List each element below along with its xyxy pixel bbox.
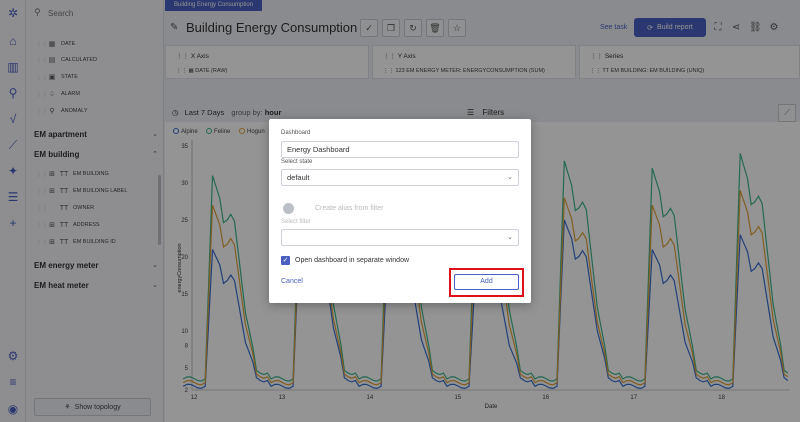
- highlight-box: [449, 268, 524, 297]
- alias-toggle[interactable]: [283, 203, 294, 214]
- dashboard-label: Dashboard: [281, 130, 311, 136]
- chevron-down-icon: ⌄: [507, 174, 513, 181]
- filter-select[interactable]: ⌄: [281, 229, 519, 246]
- chevron-down-icon: ⌄: [507, 234, 513, 241]
- state-value: default: [287, 173, 310, 182]
- check-icon: ✓: [282, 257, 289, 264]
- filter-label: Select filter: [281, 219, 311, 225]
- state-select[interactable]: default ⌄: [281, 169, 519, 186]
- separate-window-label: Open dashboard in separate window: [295, 257, 410, 264]
- cancel-button[interactable]: Cancel: [281, 278, 303, 285]
- dashboard-value: Energy Dashboard: [287, 145, 350, 154]
- state-label: Select state: [281, 159, 313, 165]
- dashboard-input[interactable]: Energy Dashboard: [281, 141, 519, 158]
- separate-window-checkbox[interactable]: ✓: [281, 256, 290, 265]
- alias-label: Create alias from filter: [315, 205, 384, 212]
